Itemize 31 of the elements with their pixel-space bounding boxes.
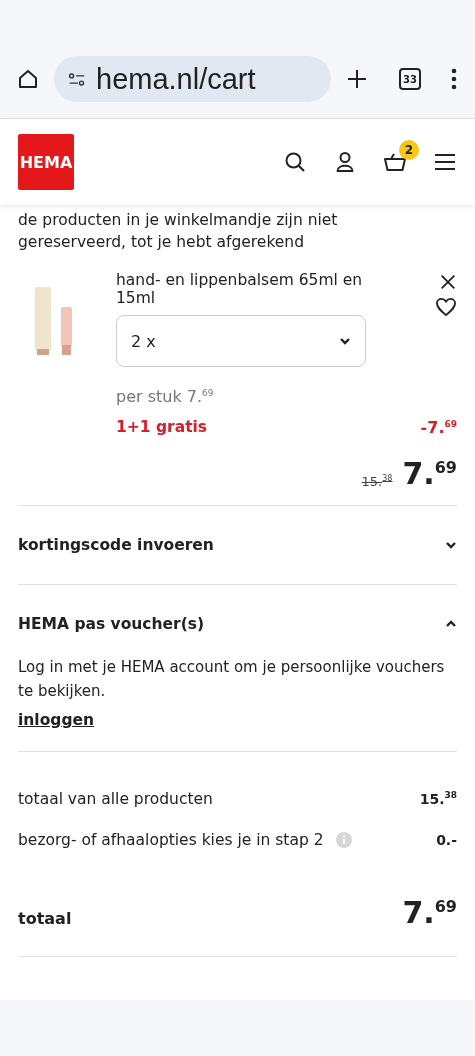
heart-icon[interactable] (435, 297, 457, 317)
total-price: 7.$^{69}$ (402, 894, 457, 928)
chevron-down-icon (339, 337, 351, 345)
summary-value: 0.- (436, 831, 457, 848)
promotion-label: 1+1 gratis (116, 418, 208, 437)
unit-price: per stuk 7.$^{69}$ (116, 387, 215, 406)
tab-count-button[interactable]: 33 (399, 68, 421, 90)
voucher-info-text: Log in met je HEMA account om je persoonlijke vouchers te bekijken. (18, 657, 446, 702)
summary-label: totaal van alle producten (18, 789, 213, 808)
summary-label: bezorg- of afhaalopties kies je in stap 2 (18, 830, 324, 849)
url-text[interactable]: hema.nl/cart (96, 62, 256, 96)
cart-count-badge: 2 (399, 140, 419, 160)
summary-value: 15.$^{38}$ (419, 790, 457, 807)
plus-icon[interactable] (345, 67, 369, 91)
product-name[interactable]: hand- en lippenbalsem 65ml en 15ml (116, 271, 386, 307)
more-icon[interactable] (451, 68, 457, 90)
site-settings-icon[interactable] (68, 72, 86, 86)
quantity-dropdown[interactable]: 2 x (116, 315, 366, 367)
address-bar[interactable]: hema.nl/cart (54, 56, 331, 102)
old-price: 15.$^{38}$ (361, 473, 393, 489)
discount-amount: -7.$^{69}$ (420, 418, 457, 437)
product-image-drawing (35, 287, 72, 355)
notice-text: de producten in je winkelmandje zijn niet gereserveerd, tot je hebt afgerekend (18, 210, 339, 253)
close-icon[interactable] (439, 273, 457, 291)
login-link[interactable]: inloggen (18, 711, 95, 729)
hema-logo[interactable]: HEMA (18, 134, 74, 190)
search-icon[interactable] (283, 150, 307, 174)
total-label: totaal (18, 909, 72, 928)
item-price: 7.$^{69}$ (402, 455, 457, 489)
accordion-header[interactable]: kortingscode invoeren (18, 506, 457, 584)
home-icon[interactable] (16, 67, 40, 91)
